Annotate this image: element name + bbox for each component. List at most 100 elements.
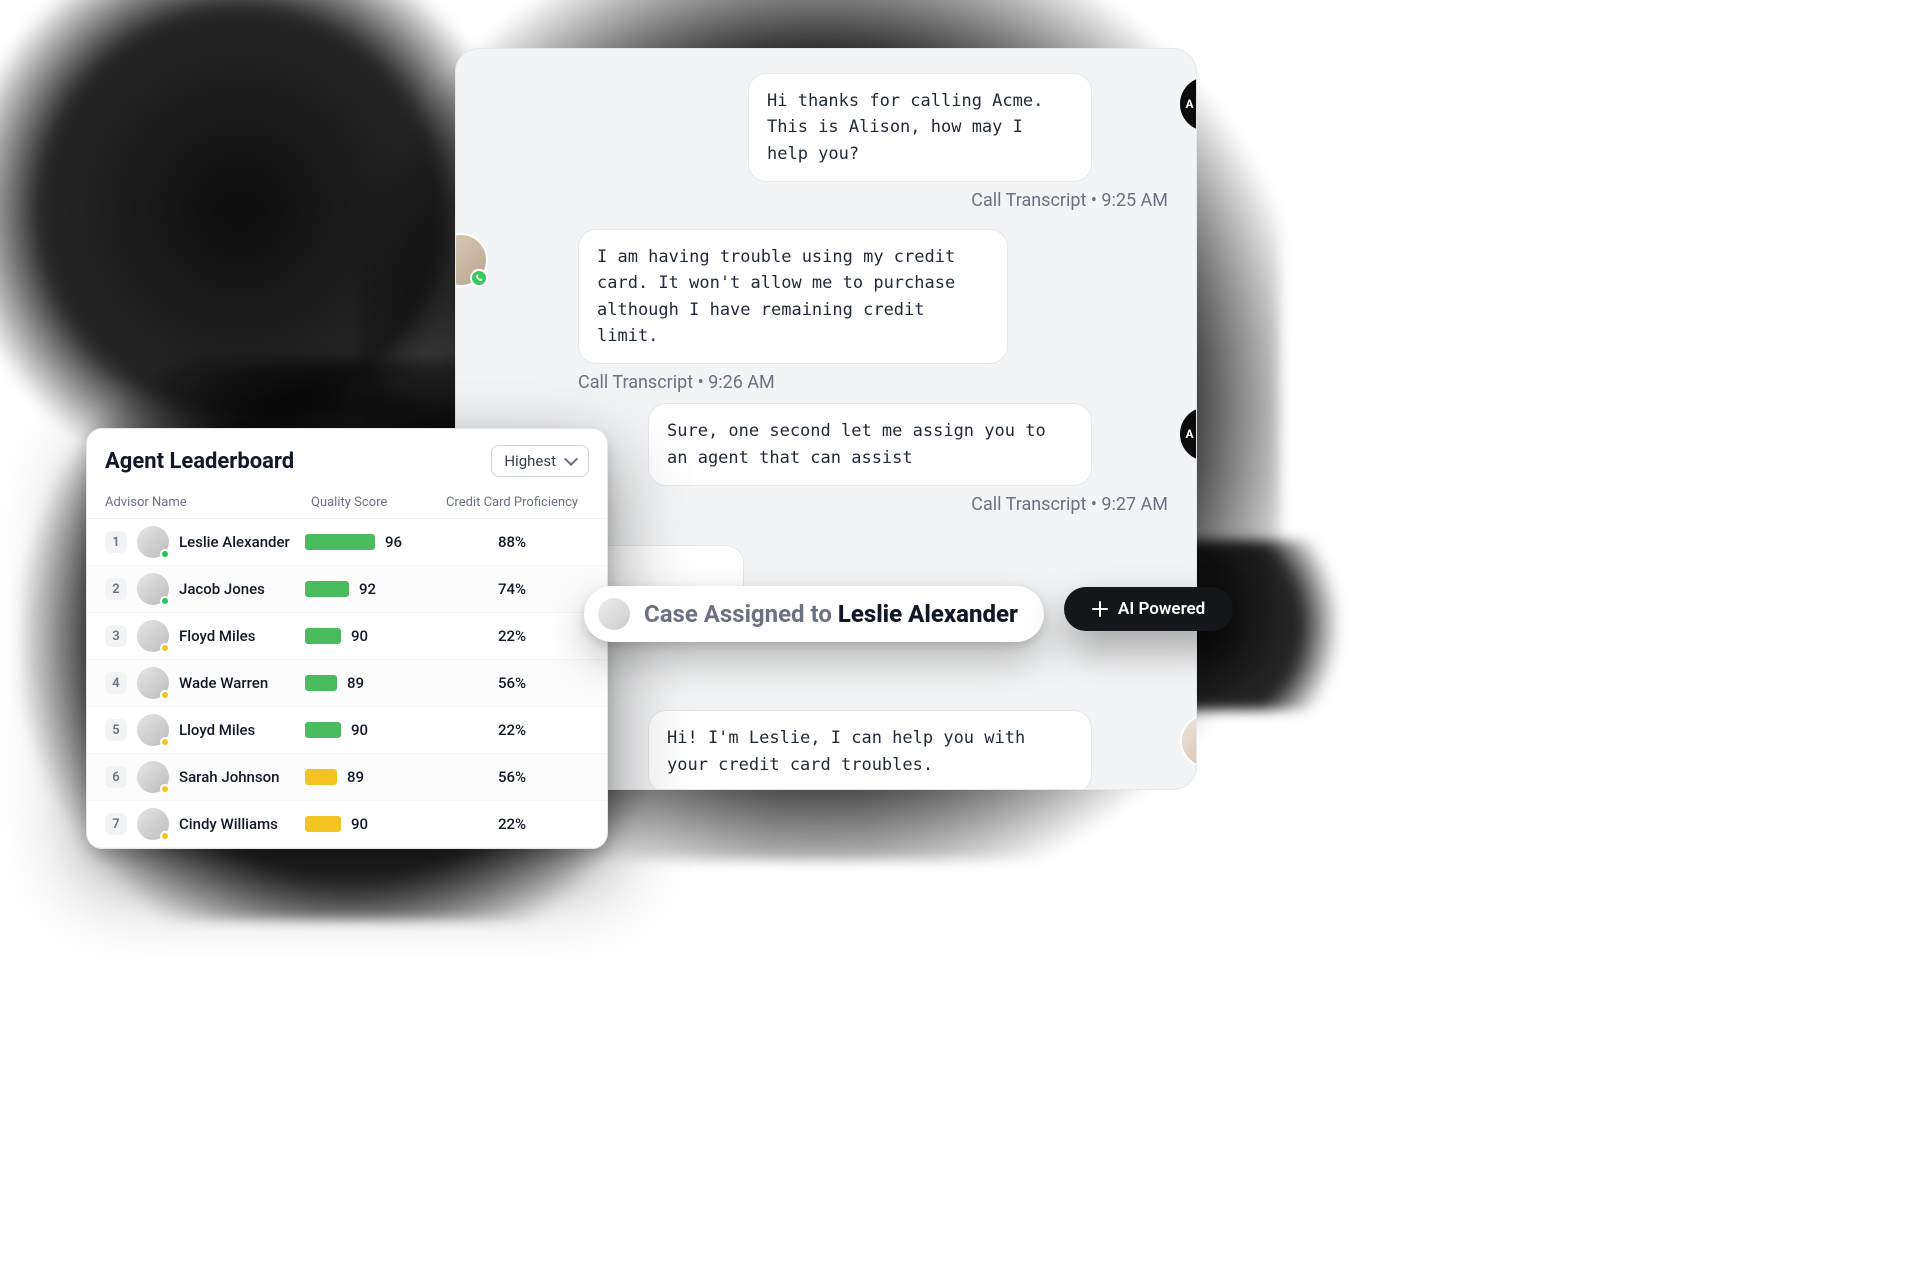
proficiency-cell: 22% <box>435 721 589 739</box>
case-assigned-prefix: Case Assigned to <box>644 600 838 628</box>
proficiency-cell: 56% <box>435 768 589 786</box>
case-assigned-text: Case Assigned to Leslie Alexander <box>644 600 1018 628</box>
col-quality: Quality Score <box>305 495 435 510</box>
quality-score-cell: 90 <box>305 815 435 833</box>
leaderboard-row[interactable]: 3 Floyd Miles 90 22% <box>87 613 607 660</box>
leaderboard-columns: Advisor Name Quality Score Credit Card P… <box>87 487 607 519</box>
proficiency-cell: 22% <box>435 627 589 645</box>
score-value: 90 <box>351 627 368 645</box>
advisor-cell: 3 Floyd Miles <box>105 620 305 652</box>
leaderboard-row[interactable]: 6 Sarah Johnson 89 56% <box>87 754 607 801</box>
proficiency-cell: 22% <box>435 815 589 833</box>
leaderboard-row[interactable]: 5Lloyd Miles 90 22% <box>87 707 607 754</box>
score-value: 89 <box>347 674 364 692</box>
advisor-name: Floyd Miles <box>179 627 255 645</box>
score-bar <box>305 628 341 644</box>
quality-score-cell: 96 <box>305 533 435 551</box>
sort-dropdown[interactable]: Highest <box>491 445 589 477</box>
rank-badge: 1 <box>105 531 127 553</box>
rank-badge: 2 <box>105 578 127 600</box>
score-bar <box>305 675 337 691</box>
sort-label: Highest <box>504 452 556 470</box>
score-bar <box>305 769 337 785</box>
rank-badge: 4 <box>105 672 127 694</box>
message-row: I am having trouble using my credit card… <box>484 229 1168 393</box>
message-bubble: Hi thanks for calling Acme. This is Alis… <box>748 73 1092 182</box>
acme-avatar-label: ACME <box>1185 97 1197 111</box>
message-row: Hi thanks for calling Acme. This is Alis… <box>484 73 1168 211</box>
phone-icon <box>470 269 488 287</box>
message-bubble: I am having trouble using my credit card… <box>578 229 1008 364</box>
assignee-avatar <box>598 598 630 630</box>
case-assigned-pill: Case Assigned to Leslie Alexander <box>584 586 1044 642</box>
score-value: 96 <box>385 533 402 551</box>
message-bubble: Hi! I'm Leslie, I can help you with your… <box>648 710 1092 790</box>
leaderboard-row[interactable]: 4 Wade Warren 89 56% <box>87 660 607 707</box>
message-bubble: Sure, one second let me assign you to an… <box>648 403 1092 486</box>
status-dot-icon <box>160 784 170 794</box>
advisor-name: Cindy Williams <box>179 815 278 833</box>
proficiency-cell: 56% <box>435 674 589 692</box>
agent-leaderboard-panel: Agent Leaderboard Highest Advisor Name Q… <box>86 428 608 849</box>
col-proficiency: Credit Card Proficiency <box>435 495 589 510</box>
quality-score-cell: 92 <box>305 580 435 598</box>
proficiency-cell: 74% <box>435 580 589 598</box>
advisor-name: Sarah Johnson <box>179 768 279 786</box>
status-dot-icon <box>160 737 170 747</box>
score-value: 89 <box>347 768 364 786</box>
leaderboard-title: Agent Leaderboard <box>105 449 294 474</box>
rank-badge: 3 <box>105 625 127 647</box>
score-bar <box>305 534 375 550</box>
status-dot-icon <box>160 643 170 653</box>
advisor-cell: 6 Sarah Johnson <box>105 761 305 793</box>
ai-chip-label: AI Powered <box>1118 599 1205 619</box>
proficiency-cell: 88% <box>435 533 589 551</box>
status-dot-icon <box>160 596 170 606</box>
status-dot-icon <box>160 549 170 559</box>
case-assigned-name: Leslie Alexander <box>838 600 1018 628</box>
score-value: 90 <box>351 815 368 833</box>
rank-badge: 5 <box>105 719 127 741</box>
score-value: 92 <box>359 580 376 598</box>
leaderboard-row[interactable]: 7 Cindy Williams 90 22% <box>87 801 607 848</box>
advisor-avatar <box>137 526 169 558</box>
leaderboard-body: 1 Leslie Alexander 96 88% 2 Jacob Jones 92 74% 3… <box>87 519 607 848</box>
customer-avatar <box>455 233 488 287</box>
rank-badge: 7 <box>105 813 127 835</box>
acme-avatar-label: ACME <box>1185 427 1197 441</box>
advisor-name: Leslie Alexander <box>179 533 290 551</box>
advisor-avatar <box>137 667 169 699</box>
quality-score-cell: 89 <box>305 674 435 692</box>
advisor-cell: 4 Wade Warren <box>105 667 305 699</box>
score-bar <box>305 816 341 832</box>
advisor-cell: 7 Cindy Williams <box>105 808 305 840</box>
score-value: 90 <box>351 721 368 739</box>
score-bar <box>305 722 341 738</box>
advisor-avatar <box>137 808 169 840</box>
advisor-name: Jacob Jones <box>179 580 265 598</box>
quality-score-cell: 89 <box>305 768 435 786</box>
rank-badge: 6 <box>105 766 127 788</box>
advisor-avatar <box>137 573 169 605</box>
acme-avatar: ACME <box>1180 77 1197 131</box>
acme-avatar: ACME <box>1180 407 1197 461</box>
advisor-cell: 2 Jacob Jones <box>105 573 305 605</box>
advisor-avatar <box>137 620 169 652</box>
stage: Hi thanks for calling Acme. This is Alis… <box>0 0 1920 1277</box>
quality-score-cell: 90 <box>305 721 435 739</box>
advisor-cell: 1 Leslie Alexander <box>105 526 305 558</box>
status-dot-icon <box>160 831 170 841</box>
leaderboard-header: Agent Leaderboard Highest <box>87 429 607 487</box>
col-advisor: Advisor Name <box>105 495 305 510</box>
status-dot-icon <box>160 690 170 700</box>
advisor-name: Wade Warren <box>179 674 268 692</box>
ai-powered-chip[interactable]: AI Powered <box>1064 587 1233 631</box>
leaderboard-row[interactable]: 2 Jacob Jones 92 74% <box>87 566 607 613</box>
score-bar <box>305 581 349 597</box>
chevron-down-icon <box>564 452 578 466</box>
leaderboard-row[interactable]: 1 Leslie Alexander 96 88% <box>87 519 607 566</box>
advisor-cell: 5Lloyd Miles <box>105 714 305 746</box>
sparkle-icon <box>1092 601 1108 617</box>
message-meta: Call Transcript • 9:26 AM <box>578 372 1168 393</box>
advisor-avatar <box>137 761 169 793</box>
